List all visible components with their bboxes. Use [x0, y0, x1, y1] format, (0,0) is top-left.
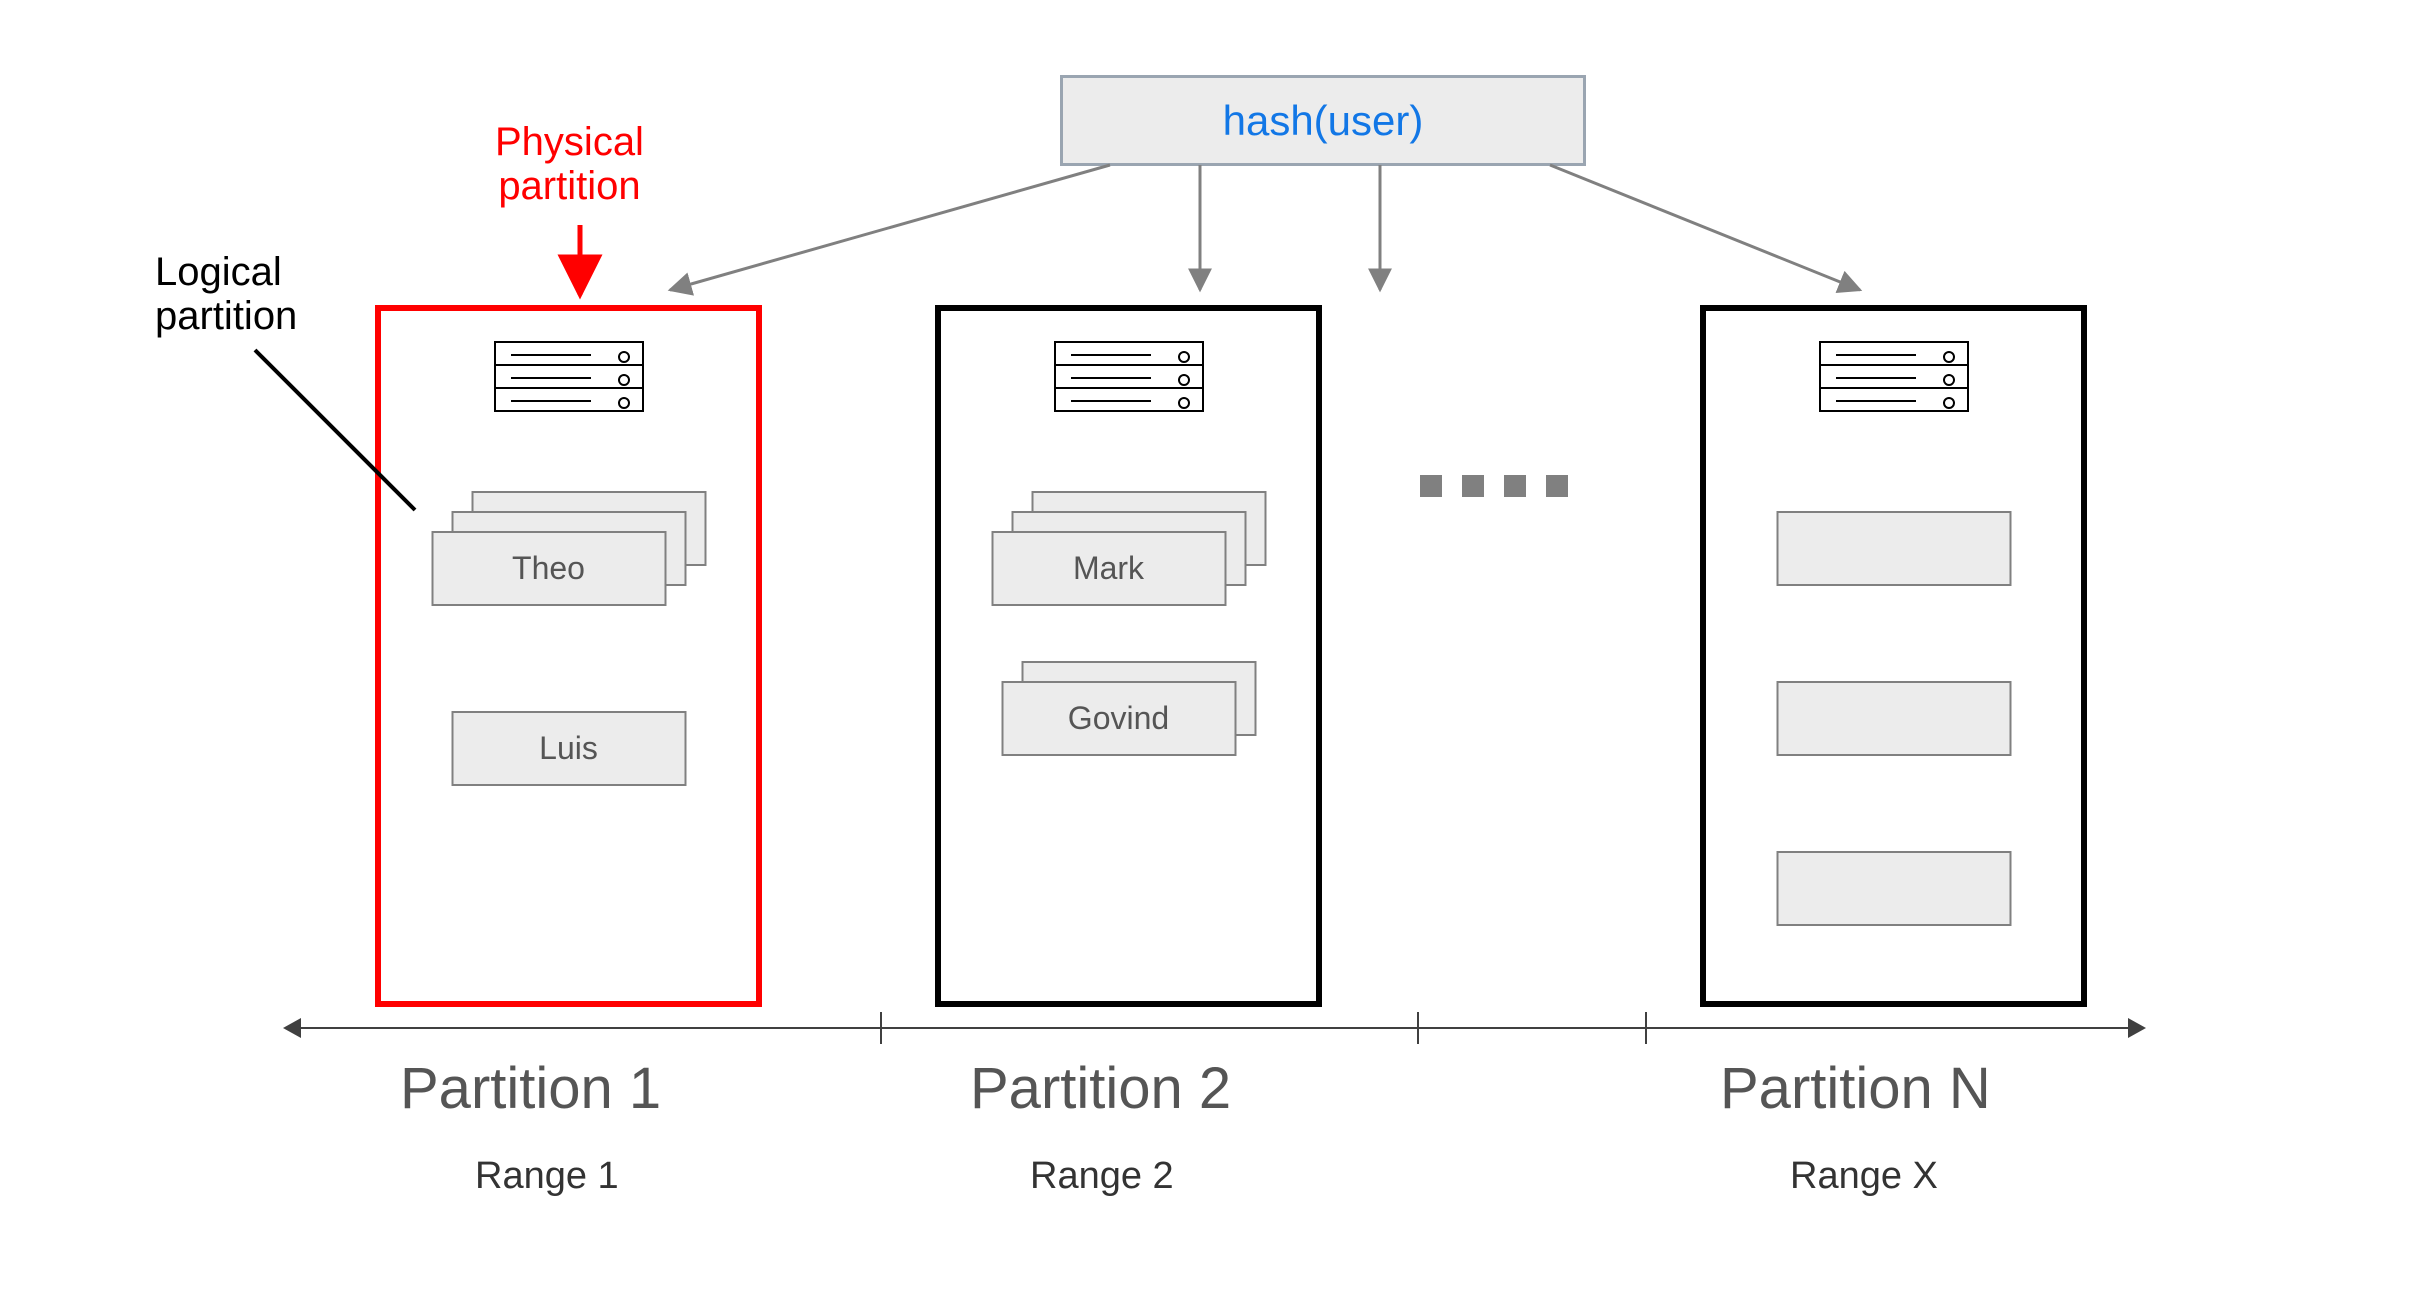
partition-n-box — [1700, 305, 2087, 1007]
partition-2-title: Partition 2 — [970, 1055, 1231, 1122]
record-blank-2 — [1776, 681, 2011, 756]
record-label: Mark — [1073, 550, 1144, 587]
partition-2-box: Mark Govind — [935, 305, 1322, 1007]
record-stack-theo: Theo — [431, 491, 706, 606]
range-x-label: Range X — [1790, 1155, 1938, 1198]
record-blank-3 — [1776, 851, 2011, 926]
axis-tick — [1417, 1012, 1419, 1044]
hash-function-label: hash(user) — [1223, 97, 1424, 145]
logical-partition-callout: Logical partition — [155, 250, 297, 338]
partition-n-title: Partition N — [1720, 1055, 1991, 1122]
record-label: Govind — [1068, 700, 1169, 737]
axis-tick — [1645, 1012, 1647, 1044]
record-stack-mark: Mark — [991, 491, 1266, 606]
axis-arrow-left-icon — [283, 1018, 301, 1038]
server-icon — [494, 341, 644, 416]
ellipsis-icon — [1420, 475, 1568, 497]
record-blank-1 — [1776, 511, 2011, 586]
axis-tick — [880, 1012, 882, 1044]
record-label: Luis — [539, 730, 598, 767]
axis-arrow-right-icon — [2128, 1018, 2146, 1038]
physical-partition-text: Physical partition — [495, 120, 644, 208]
physical-partition-callout: Physical partition — [495, 120, 644, 208]
range-axis — [300, 1027, 2130, 1029]
partition-1-box: Theo Luis — [375, 305, 762, 1007]
record-label: Theo — [512, 550, 585, 587]
record-stack-govind: Govind — [1001, 661, 1256, 756]
server-icon — [1819, 341, 1969, 416]
hash-function-box: hash(user) — [1060, 75, 1586, 166]
range-2-label: Range 2 — [1030, 1155, 1174, 1198]
logical-partition-text: Logical partition — [155, 250, 297, 338]
partition-1-title: Partition 1 — [400, 1055, 661, 1122]
range-1-label: Range 1 — [475, 1155, 619, 1198]
record-luis: Luis — [451, 711, 686, 786]
server-icon — [1054, 341, 1204, 416]
diagram-stage: hash(user) Physical partition Logical pa… — [0, 0, 2418, 1316]
